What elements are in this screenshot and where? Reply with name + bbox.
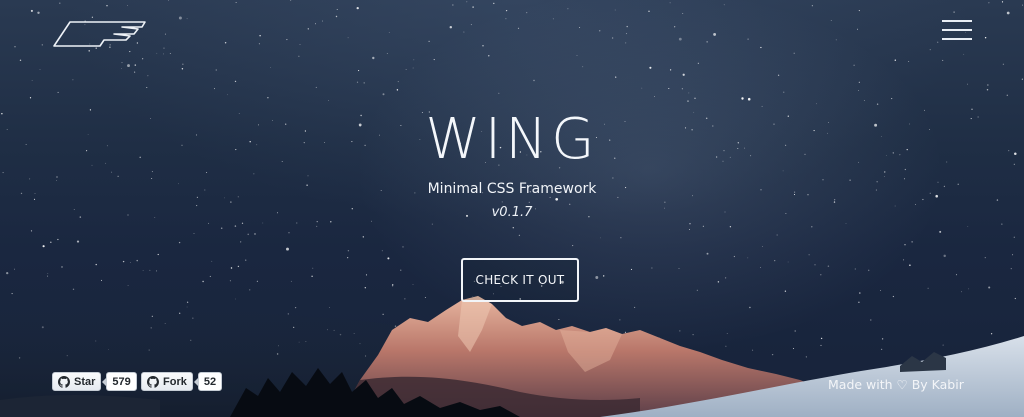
- check-it-out-button[interactable]: CHECK IT OUT: [461, 258, 579, 302]
- tagline: Minimal CSS Framework: [427, 181, 597, 197]
- page-title: WING: [425, 107, 599, 172]
- footer-credit: Made with ♡ By Kabir: [828, 377, 964, 392]
- github-fork-count[interactable]: 52: [193, 372, 223, 391]
- github-fork-button[interactable]: Fork: [141, 372, 193, 391]
- github-fork-widget: Fork 52: [141, 372, 223, 391]
- github-star-widget: Star 579: [52, 372, 137, 391]
- github-fork-label: Fork: [163, 375, 187, 388]
- version-label: v0.1.7: [491, 205, 533, 220]
- github-star-count[interactable]: 579: [102, 372, 137, 391]
- github-star-button[interactable]: Star: [52, 372, 102, 391]
- menu-line: [942, 20, 972, 22]
- hero-section: WING Minimal CSS Framework v0.1.7 CHECK …: [0, 0, 1024, 417]
- hero-content: WING Minimal CSS Framework v0.1.7: [312, 105, 712, 220]
- hamburger-menu-icon[interactable]: [942, 18, 974, 44]
- menu-line: [942, 29, 972, 31]
- github-icon: [58, 375, 70, 388]
- github-star-label: Star: [74, 375, 96, 388]
- github-icon: [147, 375, 159, 388]
- menu-line: [942, 38, 972, 40]
- wing-logo-icon[interactable]: [52, 18, 148, 50]
